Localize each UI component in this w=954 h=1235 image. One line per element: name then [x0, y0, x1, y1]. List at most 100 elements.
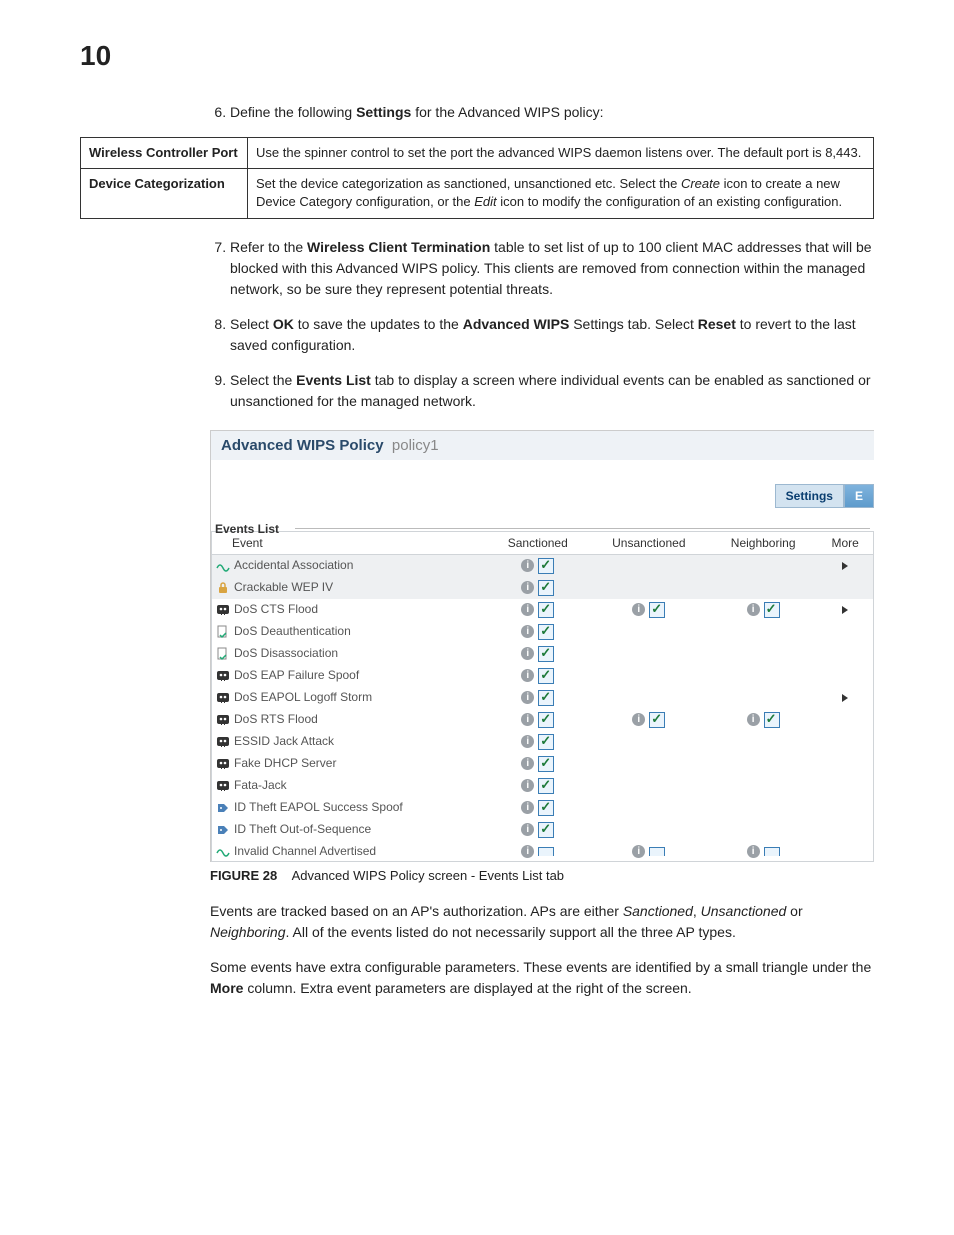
cell-sanctioned: i	[487, 554, 589, 577]
info-icon[interactable]: i	[521, 845, 534, 858]
checkbox[interactable]	[538, 822, 554, 838]
event-name: ESSID Jack Attack	[212, 731, 487, 753]
paragraph: Events are tracked based on an AP's auth…	[210, 901, 874, 943]
table-row[interactable]: Invalid Channel Advertisediii	[212, 841, 874, 862]
info-icon[interactable]: i	[747, 713, 760, 726]
table-row[interactable]: Fake DHCP Serveri	[212, 753, 874, 775]
info-icon[interactable]: i	[521, 669, 534, 682]
checkbox[interactable]	[538, 646, 554, 662]
table-row[interactable]: DoS EAPOL Logoff Stormi	[212, 687, 874, 709]
fieldset-legend: Events List	[211, 512, 874, 531]
event-type-icon	[216, 647, 230, 661]
info-icon[interactable]: i	[521, 647, 534, 660]
info-icon[interactable]: i	[521, 559, 534, 572]
checkbox[interactable]	[538, 668, 554, 684]
step-6: Define the following Settings for the Ad…	[230, 102, 874, 123]
info-icon[interactable]: i	[632, 845, 645, 858]
event-name: DoS Deauthentication	[212, 621, 487, 643]
table-row[interactable]: DoS Disassociation i	[212, 643, 874, 665]
cell-unsanctioned: i	[589, 841, 709, 862]
checkbox[interactable]	[764, 712, 780, 728]
checkbox[interactable]	[649, 847, 665, 856]
checkbox[interactable]	[538, 690, 554, 706]
info-icon[interactable]: i	[521, 735, 534, 748]
event-name: ID Theft Out-of-Sequence	[212, 819, 487, 841]
step-9: Select the Events List tab to display a …	[230, 370, 874, 412]
info-icon[interactable]: i	[521, 713, 534, 726]
cell-neighboring: i	[709, 599, 817, 621]
tab-settings[interactable]: Settings	[775, 484, 844, 508]
info-icon[interactable]: i	[747, 845, 760, 858]
checkbox[interactable]	[649, 602, 665, 618]
event-name: Crackable WEP IV	[212, 577, 487, 599]
cell-sanctioned: i	[487, 643, 589, 665]
info-icon[interactable]: i	[521, 801, 534, 814]
cell-neighboring	[709, 554, 817, 577]
info-icon[interactable]: i	[632, 713, 645, 726]
table-row[interactable]: Accidental Association i	[212, 554, 874, 577]
cell-neighboring	[709, 687, 817, 709]
cell-neighboring	[709, 775, 817, 797]
setting-description: Set the device categorization as sanctio…	[248, 169, 874, 218]
cell-neighboring	[709, 643, 817, 665]
checkbox[interactable]	[764, 847, 780, 856]
table-row[interactable]: DoS Deauthentication i	[212, 621, 874, 643]
event-name: DoS EAP Failure Spoof	[212, 665, 487, 687]
table-row[interactable]: DoS EAP Failure Spoof i	[212, 665, 874, 687]
tab-events[interactable]: E	[844, 484, 874, 508]
expand-icon[interactable]	[842, 606, 848, 614]
table-row[interactable]: DoS CTS Floodiii	[212, 599, 874, 621]
info-icon[interactable]: i	[747, 603, 760, 616]
cell-neighboring	[709, 819, 817, 841]
checkbox[interactable]	[538, 624, 554, 640]
checkbox[interactable]	[538, 712, 554, 728]
table-row[interactable]: ESSID Jack Attack i	[212, 731, 874, 753]
tab-bar: SettingsE	[211, 460, 874, 512]
cell-sanctioned: i	[487, 753, 589, 775]
event-name: Accidental Association	[212, 554, 487, 577]
checkbox[interactable]	[538, 602, 554, 618]
cell-more	[817, 797, 873, 819]
table-row[interactable]: DoS RTS Floodiii	[212, 709, 874, 731]
cell-more	[817, 819, 873, 841]
table-row[interactable]: Fata-Jacki	[212, 775, 874, 797]
checkbox[interactable]	[538, 734, 554, 750]
expand-icon[interactable]	[842, 562, 848, 570]
checkbox[interactable]	[538, 800, 554, 816]
info-icon[interactable]: i	[521, 779, 534, 792]
cell-more	[817, 687, 873, 709]
cell-unsanctioned	[589, 731, 709, 753]
cell-more	[817, 643, 873, 665]
expand-icon[interactable]	[842, 694, 848, 702]
info-icon[interactable]: i	[521, 757, 534, 770]
checkbox[interactable]	[538, 558, 554, 574]
cell-unsanctioned: i	[589, 599, 709, 621]
table-row[interactable]: ID Theft EAPOL Success Spoofi	[212, 797, 874, 819]
info-icon[interactable]: i	[632, 603, 645, 616]
cell-neighboring	[709, 665, 817, 687]
checkbox[interactable]	[538, 756, 554, 772]
info-icon[interactable]: i	[521, 581, 534, 594]
cell-sanctioned: i	[487, 797, 589, 819]
info-icon[interactable]: i	[521, 625, 534, 638]
info-icon[interactable]: i	[521, 823, 534, 836]
event-type-icon	[216, 823, 230, 837]
table-row: Wireless Controller Port Use the spinner…	[81, 138, 874, 169]
checkbox[interactable]	[538, 847, 554, 856]
panel-title: Advanced WIPS Policy policy1	[211, 431, 874, 460]
checkbox[interactable]	[764, 602, 780, 618]
cell-sanctioned: i	[487, 577, 589, 599]
checkbox[interactable]	[538, 580, 554, 596]
info-icon[interactable]: i	[521, 691, 534, 704]
checkbox[interactable]	[649, 712, 665, 728]
event-type-icon	[216, 713, 230, 727]
cell-unsanctioned	[589, 554, 709, 577]
table-row[interactable]: Crackable WEP IV i	[212, 577, 874, 599]
checkbox[interactable]	[538, 778, 554, 794]
table-row[interactable]: ID Theft Out-of-Sequence i	[212, 819, 874, 841]
info-icon[interactable]: i	[521, 603, 534, 616]
paragraph: Some events have extra configurable para…	[210, 957, 874, 999]
cell-sanctioned: i	[487, 687, 589, 709]
events-list-screenshot: Advanced WIPS Policy policy1 SettingsE E…	[210, 430, 874, 863]
event-name: DoS Disassociation	[212, 643, 487, 665]
